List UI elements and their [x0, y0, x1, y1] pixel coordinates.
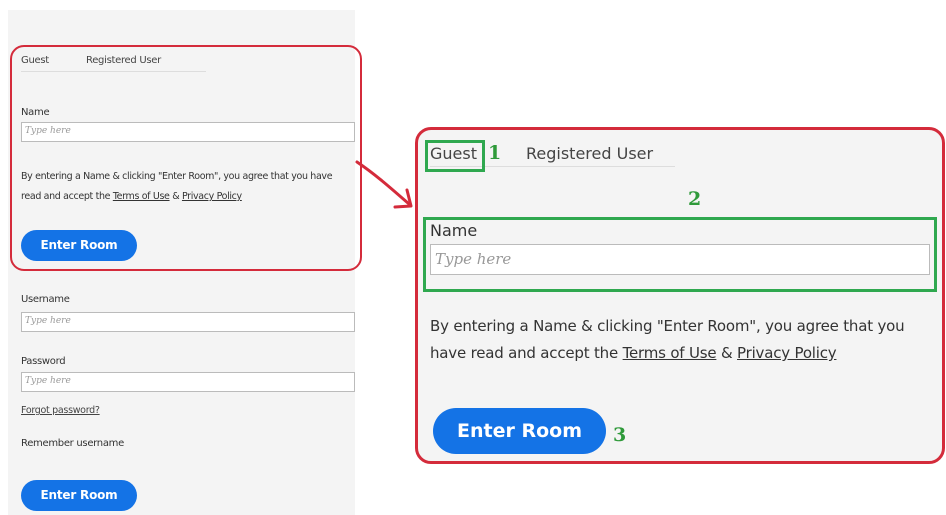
step-number-2: 2 [688, 188, 702, 210]
zoom-privacy-link[interactable]: Privacy Policy [737, 344, 837, 362]
username-input[interactable]: Type here [21, 312, 355, 332]
zoom-consent-amp: & [716, 344, 738, 362]
zoom-name-input[interactable]: Type here [430, 244, 930, 275]
password-input[interactable]: Type here [21, 372, 355, 392]
green-highlight-guest-tab [425, 140, 485, 172]
forgot-password-link[interactable]: Forgot password? [21, 405, 100, 416]
zoom-enter-room-button[interactable]: Enter Room [433, 408, 606, 454]
zoom-name-label: Name [430, 221, 478, 240]
zoom-tab-registered-user[interactable]: Registered User [526, 144, 653, 163]
username-label: Username [21, 294, 70, 305]
step-number-1: 1 [488, 142, 502, 164]
red-arrow-icon [355, 160, 413, 209]
password-label: Password [21, 356, 66, 367]
zoom-terms-link[interactable]: Terms of Use [623, 344, 717, 362]
registered-enter-room-button[interactable]: Enter Room [21, 480, 137, 511]
red-highlight-box-small [10, 45, 362, 271]
step-number-3: 3 [613, 424, 627, 446]
zoom-consent-text: By entering a Name & clicking "Enter Roo… [430, 313, 935, 367]
remember-username-label[interactable]: Remember username [21, 438, 124, 449]
